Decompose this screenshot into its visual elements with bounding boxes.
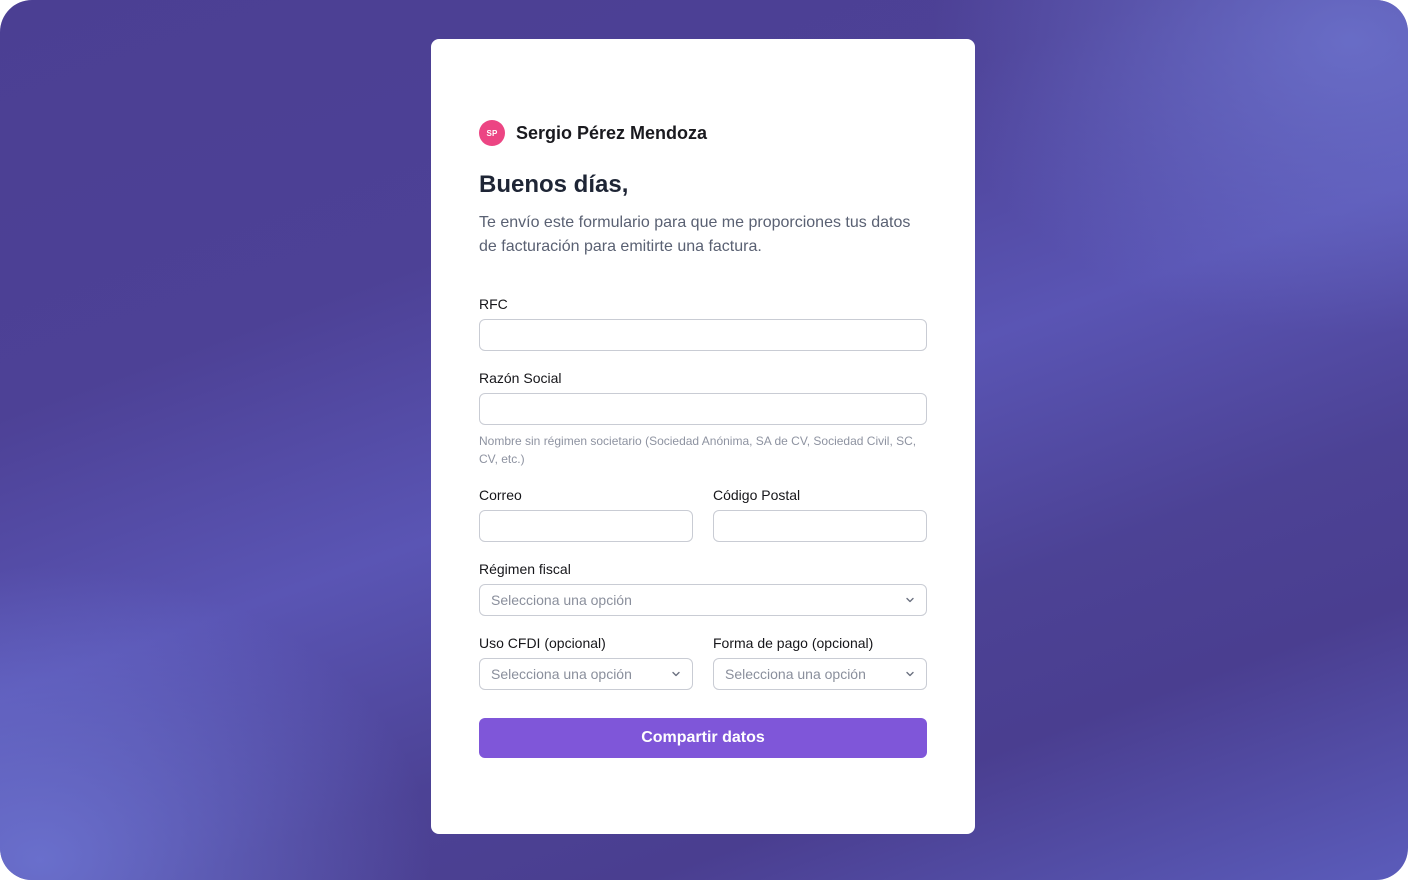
regimen-fiscal-select[interactable]: Selecciona una opción bbox=[479, 584, 927, 616]
intro-text: Te envío este formulario para que me pro… bbox=[479, 214, 911, 255]
form-content: SP Sergio Pérez Mendoza Buenos días, Te … bbox=[479, 119, 927, 758]
chevron-down-icon bbox=[905, 595, 915, 605]
correo-field-group: Correo bbox=[479, 486, 693, 542]
correo-label: Correo bbox=[479, 487, 522, 503]
chevron-down-icon bbox=[671, 669, 681, 679]
invoice-form-card: SP Sergio Pérez Mendoza Buenos días, Te … bbox=[431, 39, 975, 834]
correo-input[interactable] bbox=[479, 510, 693, 542]
share-data-button[interactable]: Compartir datos bbox=[479, 718, 927, 758]
codigo-postal-input[interactable] bbox=[713, 510, 927, 542]
rfc-field-group: RFC bbox=[479, 295, 927, 351]
forma-pago-field-group: Forma de pago (opcional) Selecciona una … bbox=[713, 634, 927, 690]
regimen-fiscal-field-group: Régimen fiscal Selecciona una opción bbox=[479, 560, 927, 616]
optional-row: Uso CFDI (opcional) Selecciona una opció… bbox=[479, 634, 927, 690]
uso-cfdi-label: Uso CFDI (opcional) bbox=[479, 635, 606, 651]
rfc-label: RFC bbox=[479, 296, 508, 312]
codigo-postal-field-group: Código Postal bbox=[713, 486, 927, 542]
regimen-fiscal-selected: Selecciona una opción bbox=[491, 592, 632, 608]
page-background: SP Sergio Pérez Mendoza Buenos días, Te … bbox=[0, 0, 1408, 880]
chevron-down-icon bbox=[905, 669, 915, 679]
greeting-heading: Buenos días, bbox=[479, 171, 629, 198]
contact-row: Correo Código Postal bbox=[479, 486, 927, 542]
codigo-postal-label: Código Postal bbox=[713, 487, 801, 503]
avatar: SP bbox=[479, 120, 505, 146]
sender-header: SP Sergio Pérez Mendoza bbox=[479, 119, 927, 147]
regimen-fiscal-label: Régimen fiscal bbox=[479, 561, 571, 577]
sender-name: Sergio Pérez Mendoza bbox=[516, 122, 708, 143]
uso-cfdi-selected: Selecciona una opción bbox=[491, 666, 632, 682]
forma-pago-selected: Selecciona una opción bbox=[725, 666, 866, 682]
forma-pago-select[interactable]: Selecciona una opción bbox=[713, 658, 927, 690]
razon-social-hint: Nombre sin régimen societario (Sociedad … bbox=[479, 434, 917, 466]
uso-cfdi-field-group: Uso CFDI (opcional) Selecciona una opció… bbox=[479, 634, 693, 690]
razon-social-input[interactable] bbox=[479, 393, 927, 425]
razon-social-label: Razón Social bbox=[479, 370, 562, 386]
rfc-input[interactable] bbox=[479, 319, 927, 351]
submit-wrapper: Compartir datos bbox=[479, 718, 927, 758]
razon-social-field-group: Razón Social Nombre sin régimen societar… bbox=[479, 369, 927, 468]
forma-pago-label: Forma de pago (opcional) bbox=[713, 635, 874, 651]
uso-cfdi-select[interactable]: Selecciona una opción bbox=[479, 658, 693, 690]
